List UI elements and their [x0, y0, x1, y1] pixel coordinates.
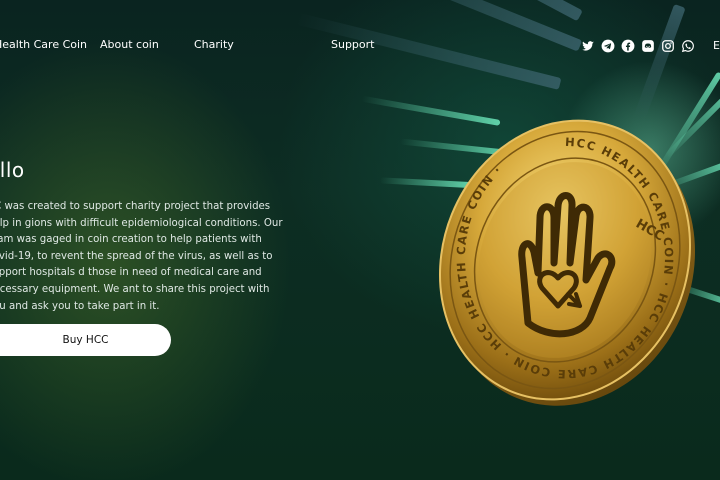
buy-hcc-button[interactable]: Buy HCC — [0, 324, 171, 356]
coin-graphic: HCC HEALTH CARE COIN · HCC HEALTH CARE C… — [439, 119, 695, 406]
nav-link-charity[interactable]: Charity — [194, 38, 234, 51]
hero-title: ello — [0, 158, 25, 182]
brand-link[interactable]: Health Care Coin — [0, 38, 87, 51]
whatsapp-icon[interactable] — [680, 38, 695, 53]
nav-link-support[interactable]: Support — [331, 38, 374, 51]
buy-hcc-button-label: Buy HCC — [62, 334, 109, 346]
nav-link-about-coin[interactable]: About coin — [100, 38, 159, 51]
hcc-coin-image: HCC HEALTH CARE COIN · HCC HEALTH CARE C… — [430, 108, 700, 413]
language-switcher[interactable]: E — [713, 39, 720, 52]
hero-description: CC was created to support charity projec… — [0, 201, 283, 312]
instagram-icon[interactable] — [660, 38, 675, 53]
twitter-icon[interactable] — [580, 38, 595, 53]
social-links — [580, 38, 695, 53]
facebook-icon[interactable] — [620, 38, 635, 53]
discord-icon[interactable] — [640, 38, 655, 53]
telegram-icon[interactable] — [600, 38, 615, 53]
